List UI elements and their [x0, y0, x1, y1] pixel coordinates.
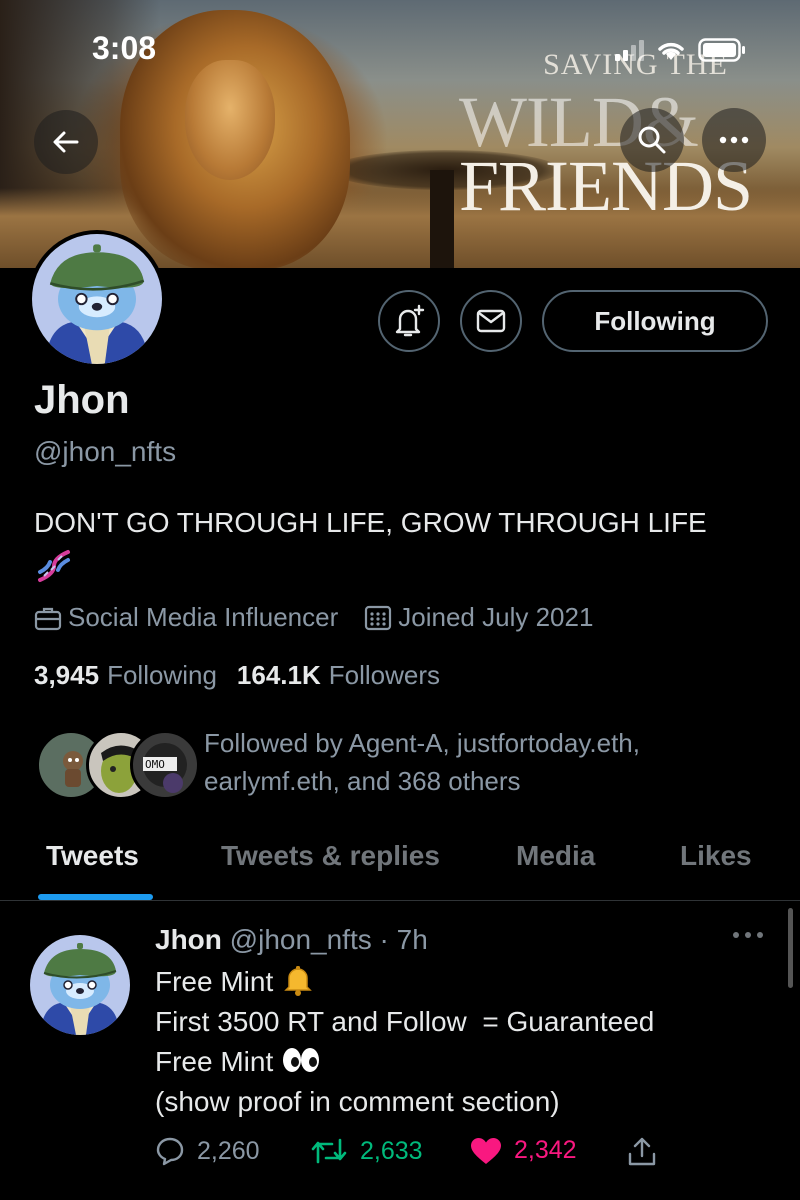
followers-count-link[interactable]: 164.1K Followers: [237, 660, 440, 691]
briefcase-icon: [34, 607, 62, 630]
tweet-actions: 2,260 2,633 2,342: [155, 1136, 675, 1176]
tweet-handle-time: @jhon_nfts · 7h: [229, 924, 428, 955]
battery-icon: [698, 38, 746, 62]
tweet-more-button[interactable]: [732, 926, 764, 944]
tweet-line-1: Free Mint: [155, 962, 755, 1002]
profile-handle: @jhon_nfts: [34, 436, 177, 467]
avatar-bird-image: [30, 935, 130, 1035]
share-icon: [628, 1137, 656, 1166]
profile-category: Social Media Influencer: [34, 602, 338, 633]
back-arrow-icon: [53, 131, 79, 153]
like-count: 2,342: [514, 1136, 577, 1164]
profile-meta: Social Media Influencer Joined July 2021: [34, 602, 619, 633]
following-button[interactable]: Following: [542, 290, 768, 352]
message-button[interactable]: [460, 290, 522, 352]
back-button[interactable]: [34, 110, 98, 174]
active-tab-indicator: [38, 894, 153, 900]
retweet-button[interactable]: 2,633: [310, 1136, 423, 1166]
svg-text:OMO: OMO: [145, 758, 165, 771]
reply-bubble-icon: [156, 1137, 184, 1166]
tab-media[interactable]: Media: [516, 840, 595, 872]
heart-icon: [471, 1137, 501, 1164]
tweet-line-3: Free Mint: [155, 1042, 755, 1082]
tweet-author-name[interactable]: Jhon: [155, 924, 222, 955]
wifi-icon: [656, 39, 686, 61]
following-count: 3,945: [34, 660, 100, 690]
calendar-icon: [365, 605, 392, 630]
tweet-author-avatar[interactable]: [30, 935, 130, 1035]
dna-emoji-icon: [38, 549, 70, 582]
retweet-count: 2,633: [360, 1136, 423, 1165]
following-count-link[interactable]: 3,945 Following: [34, 660, 217, 691]
reply-count: 2,260: [197, 1136, 260, 1165]
status-time: 3:08: [92, 30, 157, 66]
tweet-text: Free Mint First 3500 RT and Follow = Gua…: [155, 962, 755, 1122]
followers-label: Followers: [328, 660, 440, 690]
bell-plus-icon: [395, 304, 425, 337]
reply-button[interactable]: 2,260: [155, 1136, 260, 1166]
joined-text: Joined July 2021: [398, 602, 594, 632]
tab-tweets-replies[interactable]: Tweets & replies: [221, 840, 440, 872]
follow-counts: 3,945 Following 164.1K Followers: [34, 660, 460, 691]
lion-face: [185, 60, 275, 180]
more-dots-icon: [719, 136, 749, 144]
followers-count: 164.1K: [236, 660, 321, 690]
following-label: Following: [107, 660, 217, 690]
envelope-icon: [476, 309, 506, 333]
avatar-bird-image: [32, 234, 162, 364]
bell-emoji-icon: [284, 966, 312, 996]
tweet-line-4: (show proof in comment section): [155, 1086, 560, 1118]
status-icons: [615, 38, 746, 62]
eyes-emoji-icon: [283, 1048, 320, 1073]
tweet-line-2: First 3500 RT and Follow = Guaranteed: [155, 1006, 655, 1038]
scrollbar[interactable]: [788, 908, 793, 988]
profile-bio: DON'T GO THROUGH LIFE, GROW THROUGH LIFE: [34, 504, 707, 586]
retweet-icon: [311, 1138, 347, 1164]
profile-tabs: Tweets Tweets & replies Media Likes: [0, 826, 800, 901]
followed-by-text[interactable]: Followed by Agent-A, justfortoday.eth, e…: [204, 724, 640, 801]
more-options-button[interactable]: [702, 108, 766, 172]
tab-tweets[interactable]: Tweets: [46, 840, 139, 872]
notifications-button[interactable]: [378, 290, 440, 352]
category-text: Social Media Influencer: [68, 602, 339, 632]
followed-by-line1: Followed by Agent-A, justfortoday.eth,: [204, 728, 640, 758]
tab-likes[interactable]: Likes: [680, 840, 752, 872]
like-button[interactable]: 2,342: [470, 1136, 577, 1165]
tweet-header: Jhon @jhon_nfts · 7h: [155, 924, 428, 956]
search-button[interactable]: [620, 108, 684, 172]
followed-by-avatars[interactable]: OMO: [36, 730, 200, 800]
banner-tree-trunk: [430, 170, 454, 268]
more-dots-icon: [733, 932, 763, 938]
profile-display-name: Jhon: [34, 378, 130, 422]
followed-by-line2: earlymf.eth, and 368 others: [204, 766, 521, 797]
search-icon: [638, 126, 666, 154]
share-button[interactable]: [627, 1136, 657, 1168]
profile-joined: Joined July 2021: [364, 602, 593, 633]
profile-avatar[interactable]: [28, 230, 166, 368]
banner-title-line3: FRIENDS: [458, 146, 753, 226]
bio-text: DON'T GO THROUGH LIFE, GROW THROUGH LIFE: [34, 507, 707, 538]
signal-icon: [615, 39, 644, 61]
follower-avatar-3: OMO: [130, 730, 200, 800]
